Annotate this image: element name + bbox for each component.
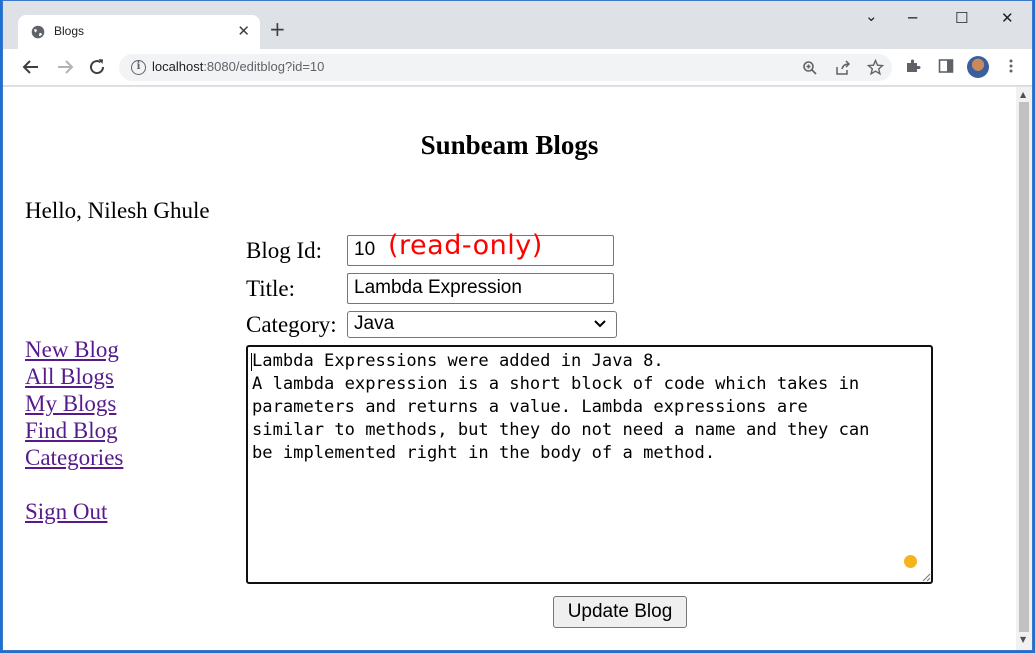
- text-caret: [251, 353, 252, 371]
- page-content: Sunbeam Blogs Hello, Nilesh Ghule New Bl…: [3, 87, 1016, 650]
- nav-link-categories[interactable]: Categories: [25, 445, 123, 471]
- title-input[interactable]: Lambda Expression: [347, 273, 614, 304]
- sidepanel-icon[interactable]: [938, 58, 954, 74]
- share-icon[interactable]: [835, 60, 851, 76]
- update-blog-button[interactable]: Update Blog: [553, 596, 687, 628]
- category-selected-value: Java: [354, 313, 395, 334]
- title-label: Title:: [246, 276, 296, 301]
- nav-link-all-blogs[interactable]: All Blogs: [25, 364, 114, 390]
- url-host: localhost: [152, 59, 204, 74]
- url-path: :8080/editblog?id=10: [203, 59, 325, 74]
- vertical-scrollbar[interactable]: ▲ ▼: [1016, 87, 1032, 650]
- tab-title: Blogs: [54, 24, 85, 38]
- status-indicator-dot: [904, 555, 917, 568]
- menu-icon[interactable]: [1003, 58, 1019, 74]
- nav-link-my-blogs[interactable]: My Blogs: [25, 391, 116, 417]
- scroll-down-icon[interactable]: ▼: [1020, 635, 1026, 644]
- info-icon[interactable]: i: [131, 60, 146, 75]
- new-tab-button[interactable]: +: [269, 19, 286, 39]
- scroll-up-icon[interactable]: ▲: [1020, 90, 1026, 99]
- tab-close-icon[interactable]: ✕: [237, 22, 250, 40]
- blog-id-label: Blog Id:: [246, 238, 323, 263]
- zoom-icon[interactable]: [802, 60, 818, 76]
- page-title: Sunbeam Blogs: [420, 130, 599, 160]
- globe-icon: [31, 25, 45, 39]
- star-icon[interactable]: [867, 59, 884, 76]
- maximize-button[interactable]: ☐: [955, 9, 968, 27]
- url-text[interactable]: localhost:8080/editblog?id=10: [152, 59, 324, 74]
- resize-grip-icon[interactable]: [921, 572, 931, 582]
- minimize-button[interactable]: ─: [908, 9, 917, 27]
- back-icon[interactable]: [19, 55, 43, 79]
- browser-toolbar: i localhost:8080/editblog?id=10: [3, 49, 1032, 86]
- blog-contents-textarea[interactable]: Lambda Expressions were added in Java 8.…: [246, 345, 933, 584]
- readonly-annotation: (read-only): [388, 230, 543, 261]
- greeting-text: Hello, Nilesh Ghule: [25, 198, 210, 223]
- nav-link-find-blog[interactable]: Find Blog: [25, 418, 118, 444]
- address-bar[interactable]: i localhost:8080/editblog?id=10: [119, 54, 892, 81]
- tab-strip: Blogs ✕ + ⌄ ─ ☐ ✕: [3, 1, 1032, 49]
- tab-search-chevron-icon[interactable]: ⌄: [865, 7, 878, 25]
- forward-icon[interactable]: [53, 55, 77, 79]
- browser-tab[interactable]: Blogs ✕: [18, 15, 260, 49]
- nav-link-new-blog[interactable]: New Blog: [25, 337, 119, 363]
- chevron-down-icon: [594, 320, 606, 328]
- extensions-icon[interactable]: [905, 58, 921, 74]
- close-window-button[interactable]: ✕: [1001, 9, 1014, 27]
- reload-icon[interactable]: [85, 55, 109, 79]
- scrollbar-thumb[interactable]: [1019, 102, 1029, 632]
- nav-link-sign-out[interactable]: Sign Out: [25, 499, 107, 525]
- profile-avatar[interactable]: [967, 56, 989, 78]
- category-select[interactable]: Java: [347, 311, 617, 338]
- category-label: Category:: [246, 312, 337, 337]
- browser-window: Blogs ✕ + ⌄ ─ ☐ ✕ i localhost:8080/editb…: [2, 0, 1033, 651]
